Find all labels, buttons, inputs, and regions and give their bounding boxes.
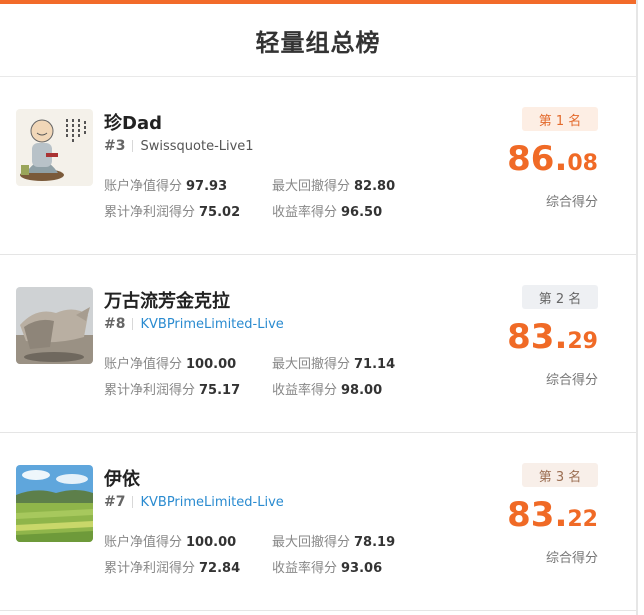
stat-return-score: 收益率得分 96.50 — [272, 205, 383, 220]
stat-net-profit-score: 累计净利润得分 75.17 — [104, 383, 241, 398]
trader-name[interactable]: 珍Dad — [104, 109, 162, 135]
rank-line: #7 KVBPrimeLimited-Live — [104, 494, 284, 510]
avatar[interactable] — [16, 287, 93, 364]
broker-server[interactable]: KVBPrimeLimited-Live — [140, 495, 283, 510]
composite-score: 86.08 — [507, 139, 598, 179]
leaderboard-entry[interactable]: 珍Dad #3 Swissquote-Live1 账户净值得分 97.93 最大回… — [0, 77, 636, 255]
overall-rank-number: #8 — [104, 316, 126, 332]
stat-return-score: 收益率得分 98.00 — [272, 383, 383, 398]
trader-name[interactable]: 万古流芳金克拉 — [104, 287, 230, 313]
divider — [132, 140, 134, 152]
stat-net-profit-score: 累计净利润得分 72.84 — [104, 561, 241, 576]
trader-name[interactable]: 伊依 — [104, 465, 140, 491]
avatar[interactable] — [16, 109, 93, 186]
score-label: 综合得分 — [545, 551, 598, 566]
leaderboard-panel: 轻量组总榜 珍Dad #3 Swissquote-Live1 账户净值得分 97… — [0, 0, 638, 615]
leaderboard-entry[interactable]: 伊依 #7 KVBPrimeLimited-Live 账户净值得分 100.00 … — [0, 433, 636, 611]
overall-rank-number: #3 — [104, 138, 126, 154]
rank-line: #8 KVBPrimeLimited-Live — [104, 316, 284, 332]
stone-sculpture-avatar-image — [16, 287, 93, 364]
stat-drawdown-score: 最大回撤得分 71.14 — [272, 357, 396, 372]
leaderboard-entry[interactable]: 万古流芳金克拉 #8 KVBPrimeLimited-Live 账户净值得分 10… — [0, 255, 636, 433]
stat-equity-score: 账户净值得分 97.93 — [104, 179, 228, 194]
rank-badge: 第 3 名 — [522, 463, 598, 487]
landscape-avatar-image — [16, 465, 93, 542]
stat-equity-score: 账户净值得分 100.00 — [104, 357, 237, 372]
composite-score: 83.29 — [507, 317, 598, 357]
score-label: 综合得分 — [545, 373, 598, 388]
avatar[interactable] — [16, 465, 93, 542]
stat-return-score: 收益率得分 93.06 — [272, 561, 383, 576]
divider — [132, 318, 134, 330]
broker-server[interactable]: KVBPrimeLimited-Live — [140, 317, 283, 332]
rank-badge: 第 1 名 — [522, 107, 598, 131]
stat-equity-score: 账户净值得分 100.00 — [104, 535, 237, 550]
stat-drawdown-score: 最大回撤得分 78.19 — [272, 535, 396, 550]
stat-drawdown-score: 最大回撤得分 82.80 — [272, 179, 396, 194]
stat-net-profit-score: 累计净利润得分 75.02 — [104, 205, 241, 220]
divider — [132, 496, 134, 508]
rank-badge: 第 2 名 — [522, 285, 598, 309]
broker-server[interactable]: Swissquote-Live1 — [140, 139, 253, 154]
score-label: 综合得分 — [545, 195, 598, 210]
overall-rank-number: #7 — [104, 494, 126, 510]
monk-avatar-image — [16, 109, 93, 186]
rank-line: #3 Swissquote-Live1 — [104, 138, 254, 154]
page-title: 轻量组总榜 — [255, 28, 381, 57]
composite-score: 83.22 — [507, 495, 598, 535]
leaderboard-header: 轻量组总榜 — [0, 4, 636, 77]
